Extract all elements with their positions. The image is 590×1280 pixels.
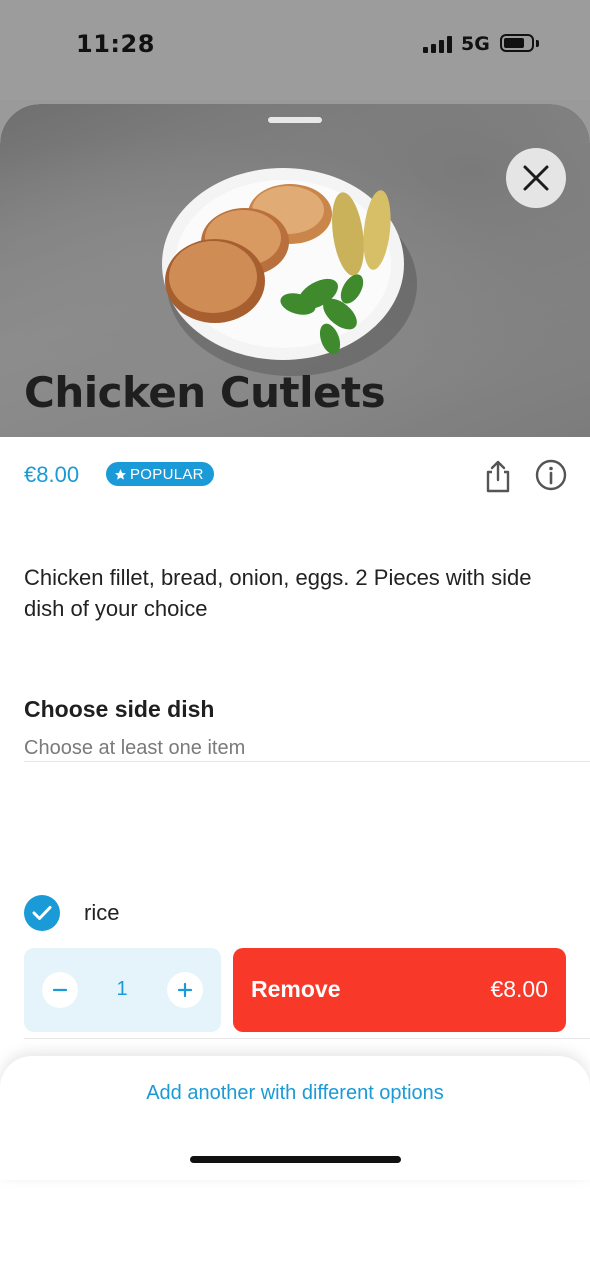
signal-icon	[423, 35, 453, 53]
checkbox-checked[interactable]	[24, 895, 60, 931]
quantity-value: 1	[116, 978, 128, 1000]
close-icon	[523, 165, 549, 191]
close-button[interactable]	[506, 148, 566, 208]
option-rice[interactable]: rice	[24, 895, 119, 931]
product-price: €8.00	[24, 462, 80, 487]
status-time: 11:28	[76, 30, 155, 58]
increase-button[interactable]	[167, 972, 203, 1008]
badge-label: POPULAR	[130, 465, 204, 483]
remove-button[interactable]: Remove €8.00	[233, 948, 566, 1032]
network-label: 5G	[461, 33, 490, 55]
decrease-button[interactable]	[42, 972, 78, 1008]
checkmark-icon	[32, 906, 52, 920]
popular-badge: POPULAR	[106, 462, 214, 486]
product-title: Chicken Cutlets	[24, 368, 386, 417]
info-icon[interactable]	[535, 459, 567, 491]
options-section-subtitle: Choose at least one item	[24, 737, 246, 759]
home-indicator	[190, 1156, 401, 1163]
option-label: rice	[84, 900, 120, 925]
status-bar: 11:28 5G	[0, 0, 590, 100]
divider	[24, 761, 590, 762]
product-description: Chicken fillet, bread, onion, eggs. 2 Pi…	[24, 565, 532, 621]
share-icon[interactable]	[484, 458, 512, 494]
add-another-link[interactable]: Add another with different options	[0, 1082, 590, 1105]
remove-price: €8.00	[490, 976, 548, 1002]
minus-icon	[52, 988, 68, 992]
plus-icon	[177, 982, 193, 998]
quantity-stepper: 1	[24, 948, 221, 1032]
star-icon	[115, 468, 126, 480]
battery-icon	[500, 34, 534, 52]
sheet-grabber[interactable]	[268, 117, 322, 123]
remove-label: Remove	[251, 976, 341, 1002]
options-section-title: Choose side dish	[24, 696, 215, 722]
divider	[24, 1038, 590, 1039]
